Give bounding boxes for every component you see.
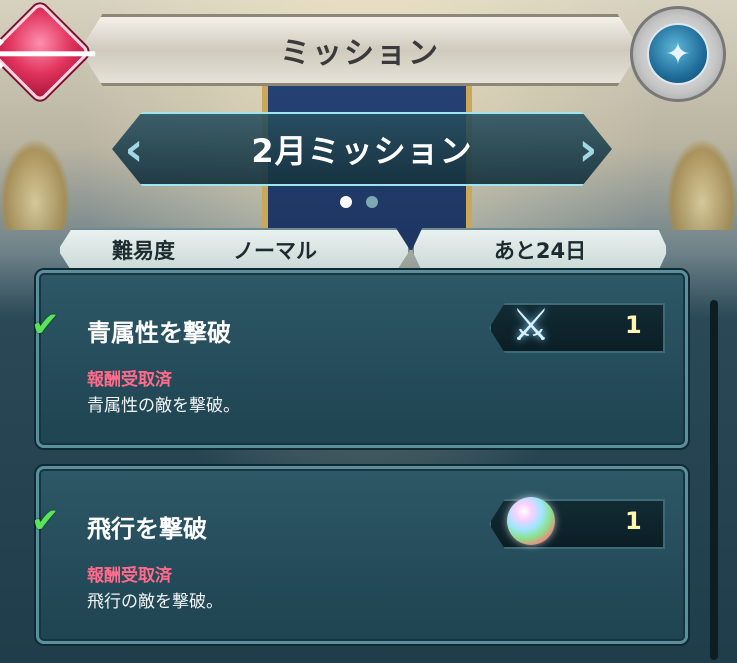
emblem-crest-icon: ✦ xyxy=(647,23,709,85)
mission-title: 飛行を撃破 xyxy=(87,515,207,543)
mission-description: 飛行の敵を撃破。 xyxy=(87,592,223,612)
background-candle-right xyxy=(667,140,737,230)
page-dot-1 xyxy=(340,196,352,208)
mission-card[interactable]: ✔ 飛行を撃破 報酬受取済 飛行の敵を撃破。 1 xyxy=(31,466,688,644)
month-banner: 2月ミッション xyxy=(112,112,612,186)
mission-card[interactable]: ✔ 青属性を撃破 報酬受取済 青属性の敵を撃破。 ⚔ 1 xyxy=(31,270,688,448)
page-indicator xyxy=(340,196,378,208)
mission-description: 青属性の敵を撃破。 xyxy=(87,396,240,416)
reward-status: 報酬受取済 xyxy=(87,370,172,390)
back-arrow-icon[interactable]: 🡐 xyxy=(0,22,100,82)
prev-page-chevron-icon[interactable]: ‹ xyxy=(112,120,156,178)
reward-count: 1 xyxy=(625,311,642,339)
mission-list[interactable]: ✔ 青属性を撃破 報酬受取済 青属性の敵を撃破。 ⚔ 1 ✔ 飛行を撃破 報酬受… xyxy=(0,258,737,663)
title-plate: ミッション xyxy=(80,14,640,86)
page-dot-2 xyxy=(366,196,378,208)
mission-title: 青属性を撃破 xyxy=(87,319,231,347)
reward-count: 1 xyxy=(625,507,642,535)
sword-icon: ⚔ xyxy=(511,299,551,351)
reward-status: 報酬受取済 xyxy=(87,566,172,586)
checkmark-icon: ✔ xyxy=(31,305,60,345)
scrollbar[interactable] xyxy=(710,300,718,660)
background-candle-left xyxy=(0,140,70,230)
my-nintendo-emblem-icon[interactable]: ✦ xyxy=(630,6,726,102)
orb-icon xyxy=(499,489,563,553)
next-page-chevron-icon[interactable]: › xyxy=(566,120,610,178)
checkmark-icon: ✔ xyxy=(31,501,60,541)
month-label: 2月ミッション xyxy=(251,132,473,170)
page-title: ミッション xyxy=(280,36,440,71)
